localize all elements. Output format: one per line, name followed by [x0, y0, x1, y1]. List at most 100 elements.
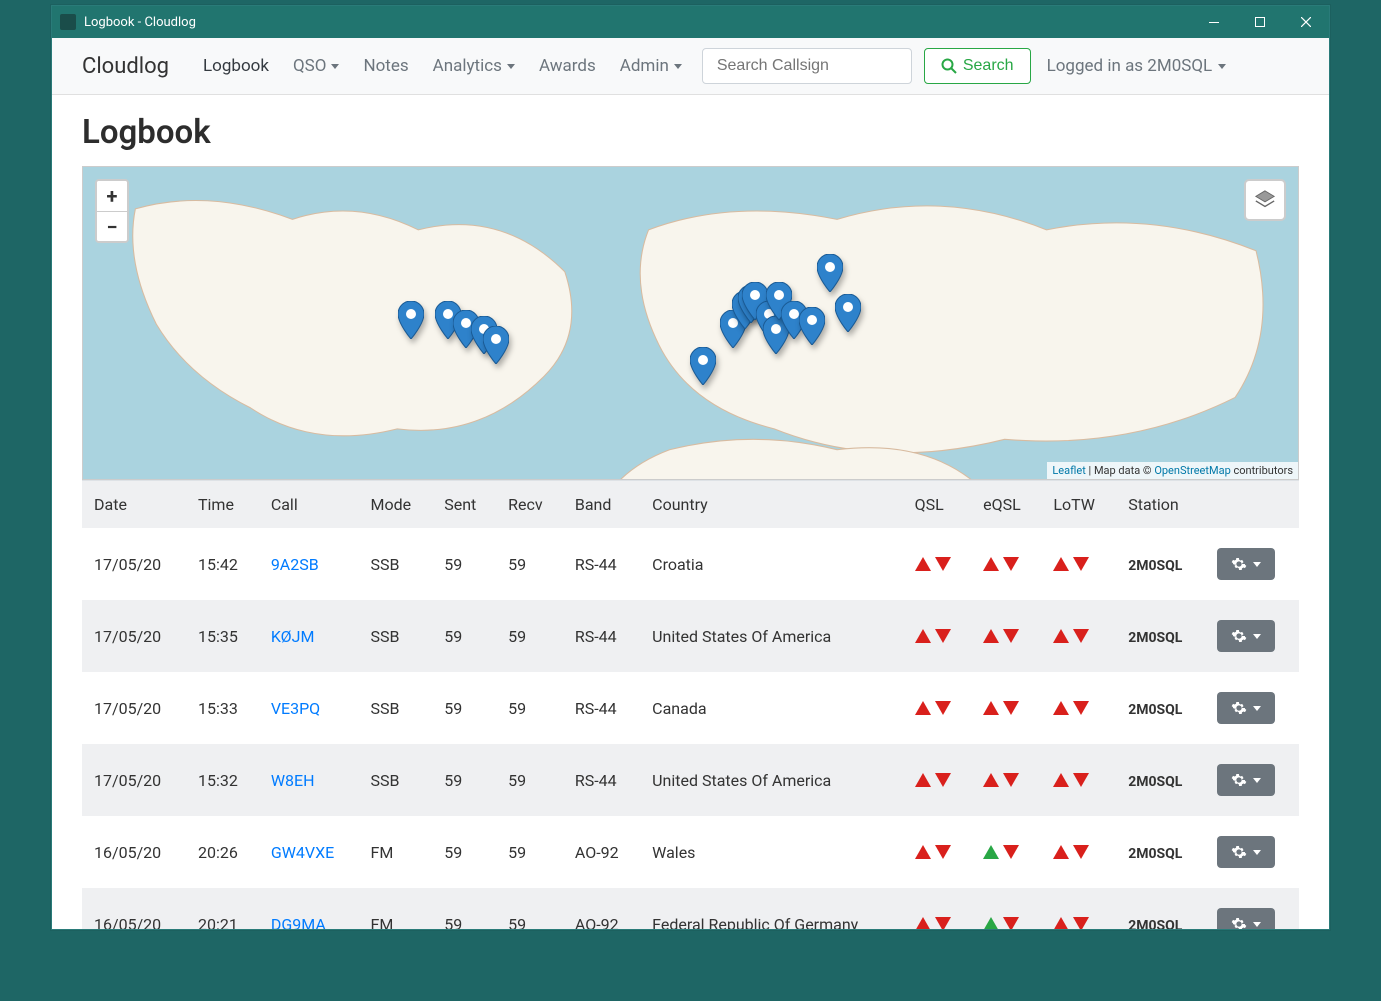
row-actions-button[interactable]	[1217, 764, 1275, 796]
map-marker[interactable]	[398, 301, 424, 339]
cell: 15:35	[186, 600, 259, 672]
map-attribution: Leaflet | Map data © OpenStreetMap contr…	[1047, 462, 1298, 479]
nav-qso-label: QSO	[293, 56, 327, 76]
map-marker[interactable]	[483, 326, 509, 364]
callsign-link[interactable]: W8EH	[271, 771, 315, 790]
cell-actions	[1205, 672, 1299, 744]
nav-qso[interactable]: QSO	[283, 50, 350, 82]
table-header	[1205, 481, 1299, 529]
cell-station: 2M0SQL	[1116, 888, 1205, 929]
log-table: DateTimeCallModeSentRecvBandCountryQSLeQ…	[82, 480, 1299, 929]
nav-analytics[interactable]: Analytics	[423, 50, 525, 82]
app-window: Logbook - Cloudlog Cloudlog Logbook QSO …	[51, 5, 1330, 930]
map-marker[interactable]	[835, 294, 861, 332]
window-title: Logbook - Cloudlog	[84, 15, 1191, 30]
cell: 16/05/20	[82, 888, 186, 929]
map-marker[interactable]	[690, 347, 716, 385]
cell: 59	[496, 816, 563, 888]
nav-admin-label: Admin	[620, 56, 669, 76]
row-actions-button[interactable]	[1217, 548, 1275, 580]
cell: SSB	[359, 528, 433, 600]
cell-qsl	[903, 672, 971, 744]
nav-logbook[interactable]: Logbook	[193, 50, 279, 82]
triangle-down-icon	[1073, 701, 1089, 715]
zoom-out-button[interactable]: −	[97, 211, 127, 241]
callsign-link[interactable]: KØJM	[271, 627, 315, 646]
brand[interactable]: Cloudlog	[82, 54, 169, 79]
cell-station: 2M0SQL	[1116, 816, 1205, 888]
cell-actions	[1205, 816, 1299, 888]
cell: AO-92	[563, 816, 640, 888]
user-menu[interactable]: Logged in as 2M0SQL	[1047, 56, 1227, 76]
cell-lotw	[1041, 744, 1116, 816]
chevron-down-icon	[507, 64, 515, 69]
cell-call: DG9MA	[259, 888, 359, 929]
chevron-down-icon	[331, 64, 339, 69]
chevron-down-icon	[1253, 778, 1261, 783]
table-row[interactable]: 17/05/2015:33VE3PQSSB5959RS-44Canada2M0S…	[82, 672, 1299, 744]
row-actions-button[interactable]	[1217, 692, 1275, 724]
cell-lotw	[1041, 816, 1116, 888]
gear-icon	[1231, 916, 1247, 929]
search-button[interactable]: Search	[924, 48, 1031, 84]
callsign-link[interactable]: 9A2SB	[271, 555, 319, 574]
nav-awards[interactable]: Awards	[529, 50, 606, 82]
station-label: 2M0SQL	[1128, 774, 1182, 790]
gear-icon	[1231, 628, 1247, 644]
triangle-down-icon	[935, 773, 951, 787]
cell: FM	[359, 888, 433, 929]
cell: 59	[432, 600, 496, 672]
gear-icon	[1231, 772, 1247, 788]
cell-station: 2M0SQL	[1116, 672, 1205, 744]
callsign-link[interactable]: DG9MA	[271, 915, 326, 930]
layers-button[interactable]	[1244, 179, 1286, 221]
leaflet-link[interactable]: Leaflet	[1052, 464, 1085, 477]
table-header-row: DateTimeCallModeSentRecvBandCountryQSLeQ…	[82, 481, 1299, 529]
page: Logbook + − Leaflet | Map data © Ope	[52, 95, 1329, 929]
triangle-up-icon	[1053, 557, 1069, 571]
table-header: Mode	[359, 481, 433, 529]
osm-link[interactable]: OpenStreetMap	[1154, 464, 1230, 477]
triangle-down-icon	[1073, 557, 1089, 571]
map[interactable]: + − Leaflet | Map data © OpenStreetMap c…	[82, 166, 1299, 480]
row-actions-button[interactable]	[1217, 908, 1275, 929]
cell: SSB	[359, 744, 433, 816]
minimize-button[interactable]	[1191, 6, 1237, 38]
nav-notes[interactable]: Notes	[353, 50, 418, 82]
zoom-in-button[interactable]: +	[97, 181, 127, 211]
triangle-up-icon	[983, 845, 999, 859]
map-marker[interactable]	[817, 254, 843, 292]
cell: United States Of America	[640, 744, 902, 816]
close-button[interactable]	[1283, 6, 1329, 38]
station-label: 2M0SQL	[1128, 558, 1182, 574]
cell-call: GW4VXE	[259, 816, 359, 888]
cell: 20:21	[186, 888, 259, 929]
row-actions-button[interactable]	[1217, 620, 1275, 652]
cell-lotw	[1041, 888, 1116, 929]
cell-qsl	[903, 744, 971, 816]
nav-admin[interactable]: Admin	[610, 50, 692, 82]
maximize-button[interactable]	[1237, 6, 1283, 38]
table-row[interactable]: 17/05/2015:35KØJMSSB5959RS-44United Stat…	[82, 600, 1299, 672]
chevron-down-icon	[1253, 850, 1261, 855]
search-input[interactable]	[702, 48, 912, 84]
cell: Wales	[640, 816, 902, 888]
content-scroll[interactable]: Cloudlog Logbook QSO Notes Analytics Awa…	[52, 38, 1329, 929]
station-label: 2M0SQL	[1128, 846, 1182, 862]
chevron-down-icon	[674, 64, 682, 69]
table-row[interactable]: 16/05/2020:26GW4VXEFM5959AO-92Wales2M0SQ…	[82, 816, 1299, 888]
callsign-link[interactable]: VE3PQ	[271, 699, 320, 718]
cell: FM	[359, 816, 433, 888]
callsign-link[interactable]: GW4VXE	[271, 843, 334, 862]
triangle-up-icon	[983, 917, 999, 929]
map-marker[interactable]	[799, 307, 825, 345]
cell: 59	[496, 744, 563, 816]
row-actions-button[interactable]	[1217, 836, 1275, 868]
triangle-up-icon	[983, 629, 999, 643]
triangle-down-icon	[1003, 917, 1019, 929]
table-row[interactable]: 17/05/2015:429A2SBSSB5959RS-44Croatia2M0…	[82, 528, 1299, 600]
table-row[interactable]: 17/05/2015:32W8EHSSB5959RS-44United Stat…	[82, 744, 1299, 816]
table-row[interactable]: 16/05/2020:21DG9MAFM5959AO-92Federal Rep…	[82, 888, 1299, 929]
cell-lotw	[1041, 528, 1116, 600]
cell-call: VE3PQ	[259, 672, 359, 744]
